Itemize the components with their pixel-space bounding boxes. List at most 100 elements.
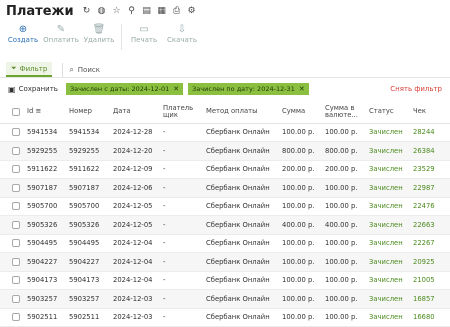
table-row[interactable]: 5941534 5941534 2024-12-28- Сбербанк Онлайн… xyxy=(0,123,450,142)
pay-button[interactable]: ✎ Оплатить xyxy=(42,24,80,44)
cell-check[interactable]: 22267 xyxy=(410,234,450,253)
cell-num: 5903257 xyxy=(66,289,110,309)
cell-method: Сбербанк Онлайн xyxy=(203,141,279,161)
print-button[interactable]: ▭ Печать xyxy=(125,24,163,44)
cell-check[interactable]: 26384 xyxy=(410,141,450,161)
row-checkbox[interactable] xyxy=(0,252,24,272)
cell-num: 5941534 xyxy=(66,123,110,142)
cell-payer: - xyxy=(160,141,203,161)
row-checkbox[interactable] xyxy=(0,308,24,327)
cell-num: 5904227 xyxy=(66,252,110,272)
cell-id: 5904495 xyxy=(24,234,66,253)
filter-tag-from[interactable]: Зачислен с даты: 2024-12-01 ✕ xyxy=(65,83,184,95)
cell-check[interactable]: 22476 xyxy=(410,197,450,216)
cell-cur: 100.00 р. xyxy=(322,308,366,327)
cell-cur: 100.00 р. xyxy=(322,271,366,290)
cell-check[interactable]: 28244 xyxy=(410,123,450,142)
pin-icon[interactable]: ⚲ xyxy=(127,6,137,16)
table-row[interactable]: 5903257 5903257 2024-12-03- Сбербанк Онлайн… xyxy=(0,289,450,309)
row-checkbox[interactable] xyxy=(0,197,24,216)
search-input[interactable]: ⌕ Поиск xyxy=(62,62,100,77)
table-row[interactable]: 5904227 5904227 2024-12-04- Сбербанк Онлайн… xyxy=(0,252,450,272)
cell-status: Зачислен xyxy=(366,141,410,161)
cell-check[interactable]: 16680 xyxy=(410,308,450,327)
table-row[interactable]: 5904173 5904173 2024-12-04- Сбербанк Онлайн… xyxy=(0,271,450,290)
print-label: Печать xyxy=(130,36,158,44)
delete-button[interactable]: 🗑 Удалить xyxy=(80,24,118,44)
refresh-icon[interactable]: ↻ xyxy=(82,6,92,16)
cell-payer: - xyxy=(160,215,203,235)
row-checkbox[interactable] xyxy=(0,141,24,161)
cell-status: Зачислен xyxy=(366,252,410,272)
trash-icon: 🗑 xyxy=(92,24,106,35)
globe-icon[interactable]: ◍ xyxy=(97,6,107,16)
table-header-row: Id ≡ Номер Дата Плательщик Метод оплаты … xyxy=(0,101,450,124)
row-checkbox[interactable] xyxy=(0,160,24,179)
cell-id: 5904173 xyxy=(24,271,66,290)
col-header-status[interactable]: Статус xyxy=(366,101,410,124)
select-all-checkbox[interactable] xyxy=(0,101,24,124)
cell-date: 2024-12-03 xyxy=(110,308,160,327)
cell-cur: 100.00 р. xyxy=(322,178,366,198)
download-icon: ⇩ xyxy=(177,24,187,35)
col-header-date[interactable]: Дата xyxy=(110,101,160,124)
active-filters-bar: ▣ Сохранить Зачислен с даты: 2024-12-01 … xyxy=(0,81,450,97)
close-icon[interactable]: ✕ xyxy=(299,85,305,93)
col-header-check[interactable]: Чек xyxy=(410,101,450,124)
cell-sum: 100.00 р. xyxy=(279,308,322,327)
cell-method: Сбербанк Онлайн xyxy=(203,197,279,216)
clear-filter-link[interactable]: Снять фильтр xyxy=(390,85,442,93)
cell-check[interactable]: 16857 xyxy=(410,289,450,309)
col-header-id[interactable]: Id ≡ xyxy=(24,101,66,124)
table-row[interactable]: 5929255 5929255 2024-12-20- Сбербанк Онлайн… xyxy=(0,141,450,161)
cell-check[interactable]: 22663 xyxy=(410,215,450,235)
row-checkbox[interactable] xyxy=(0,234,24,253)
cell-payer: - xyxy=(160,178,203,198)
save-filter-button[interactable]: ▣ Сохранить xyxy=(8,85,58,94)
cell-check[interactable]: 20925 xyxy=(410,252,450,272)
close-icon[interactable]: ✕ xyxy=(173,85,179,93)
table-row[interactable]: 5904495 5904495 2024-12-04- Сбербанк Онлайн… xyxy=(0,234,450,253)
row-checkbox[interactable] xyxy=(0,123,24,142)
col-header-sum-currency[interactable]: Сумма в валюте... xyxy=(322,101,366,124)
cell-check[interactable]: 22987 xyxy=(410,178,450,198)
search-placeholder: Поиск xyxy=(77,65,100,74)
cell-date: 2024-12-05 xyxy=(110,215,160,235)
filter-tag-to[interactable]: Зачислен по дату: 2024-12-31 ✕ xyxy=(188,83,309,95)
table-row[interactable]: 5905700 5905700 2024-12-05- Сбербанк Онлайн… xyxy=(0,197,450,216)
sort-icon[interactable]: ≡ xyxy=(36,107,42,115)
row-checkbox[interactable] xyxy=(0,289,24,309)
table-row[interactable]: 5907187 5907187 2024-12-06- Сбербанк Онлайн… xyxy=(0,178,450,198)
table-row[interactable]: 5911622 5911622 2024-12-09- Сбербанк Онлайн… xyxy=(0,160,450,179)
export-icon[interactable]: ▤ xyxy=(142,6,152,16)
download-button[interactable]: ⇩ Скачать xyxy=(163,24,201,44)
cell-sum: 100.00 р. xyxy=(279,271,322,290)
cell-method: Сбербанк Онлайн xyxy=(203,215,279,235)
star-icon[interactable]: ☆ xyxy=(112,6,122,16)
col-header-method[interactable]: Метод оплаты xyxy=(203,101,279,124)
print-icon[interactable]: ⎙ xyxy=(172,6,182,16)
cell-check[interactable]: 23529 xyxy=(410,160,450,179)
filter-tag-to-label: Зачислен по дату: 2024-12-31 xyxy=(192,85,295,93)
col-header-payer[interactable]: Плательщик xyxy=(160,101,203,124)
row-checkbox[interactable] xyxy=(0,271,24,290)
cell-method: Сбербанк Онлайн xyxy=(203,252,279,272)
table-row[interactable]: 5902511 5902511 2024-12-03- Сбербанк Онлайн… xyxy=(0,308,450,327)
print-doc-icon: ▭ xyxy=(139,24,149,35)
col-header-number[interactable]: Номер xyxy=(66,101,110,124)
cell-method: Сбербанк Онлайн xyxy=(203,308,279,327)
row-checkbox[interactable] xyxy=(0,178,24,198)
col-header-sum[interactable]: Сумма xyxy=(279,101,322,124)
toolbar-divider xyxy=(121,24,122,50)
row-checkbox[interactable] xyxy=(0,215,24,235)
cell-date: 2024-12-04 xyxy=(110,271,160,290)
cell-id: 5907187 xyxy=(24,178,66,198)
table-icon[interactable]: ▦ xyxy=(157,6,167,16)
cell-num: 5904495 xyxy=(66,234,110,253)
filter-button[interactable]: ⏷ Фильтр xyxy=(6,62,53,77)
cell-payer: - xyxy=(160,308,203,327)
settings-icon[interactable]: ⚙ xyxy=(187,6,197,16)
cell-check[interactable]: 21005 xyxy=(410,271,450,290)
create-button[interactable]: ⊕ Создать xyxy=(4,24,42,44)
table-row[interactable]: 5905326 5905326 2024-12-05- Сбербанк Онлайн… xyxy=(0,215,450,235)
